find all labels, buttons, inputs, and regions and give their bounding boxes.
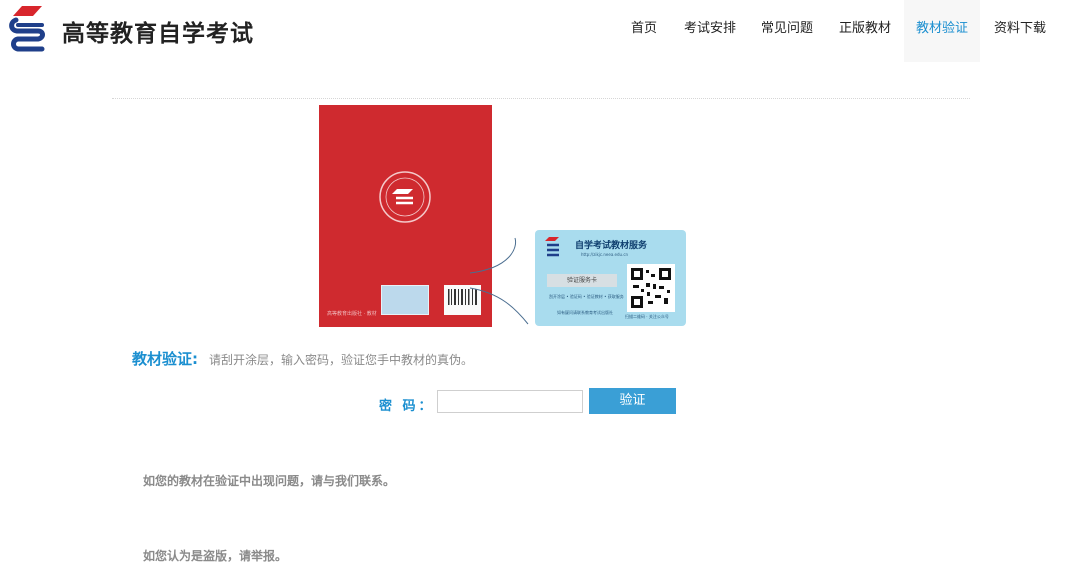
- password-input[interactable]: [437, 390, 583, 413]
- card-foot-left: 如有疑问请联系教育考试出版社: [557, 310, 613, 315]
- nav-item-home[interactable]: 首页: [616, 0, 672, 62]
- card-foot-right: 扫描二维码 · 关注公众号: [625, 314, 669, 319]
- verify-hint: 请刮开涂层，输入密码，验证您手中教材的真伪。: [209, 353, 474, 367]
- verification-service-card: 自学考试教材服务 http://zikjc.neea.edu.cn 验证服务卡 …: [535, 230, 686, 326]
- connector-lines: [470, 237, 529, 325]
- emblem-icon: [379, 171, 431, 223]
- card-label: 验证服务卡: [547, 274, 617, 287]
- main-nav: 首页 考试安排 常见问题 正版教材 教材验证 资料下载: [616, 0, 1060, 62]
- textbook-cover-image: 高等教育出版社 · 教材: [319, 105, 492, 327]
- card-subtext: 刮开涂层 • 验证码 • 验证教材 • 获取服务: [549, 294, 624, 299]
- verify-button[interactable]: 验证: [589, 388, 676, 414]
- verify-heading: 教材验证:: [132, 350, 198, 368]
- header-divider: [112, 98, 970, 99]
- nav-item-genuine-textbooks[interactable]: 正版教材: [826, 0, 904, 62]
- nav-item-downloads[interactable]: 资料下载: [980, 0, 1060, 62]
- card-title: 自学考试教材服务: [575, 241, 648, 251]
- book-publisher-text: 高等教育出版社 · 教材: [327, 311, 377, 317]
- card-url: http://zikjc.neea.edu.cn: [581, 252, 629, 257]
- page: 高等教育自学考试 首页 考试安排 常见问题 正版教材 教材验证 资料下载 高等教…: [0, 0, 1080, 583]
- piracy-report-note: 如您认为是盗版，请举报。: [143, 549, 288, 563]
- nav-item-faq[interactable]: 常见问题: [748, 0, 826, 62]
- qr-code-icon: [627, 264, 675, 312]
- card-logo-icon: [545, 237, 559, 257]
- nav-item-exam-schedule[interactable]: 考试安排: [672, 0, 748, 62]
- site-title[interactable]: 高等教育自学考试: [62, 14, 254, 48]
- password-label: 密 码：: [379, 399, 435, 414]
- nav-item-textbook-verify[interactable]: 教材验证: [904, 0, 980, 62]
- contact-note: 如您的教材在验证中出现问题，请与我们联系。: [143, 474, 396, 488]
- verification-sticker: [381, 285, 429, 315]
- exam-logo-icon[interactable]: [8, 4, 52, 58]
